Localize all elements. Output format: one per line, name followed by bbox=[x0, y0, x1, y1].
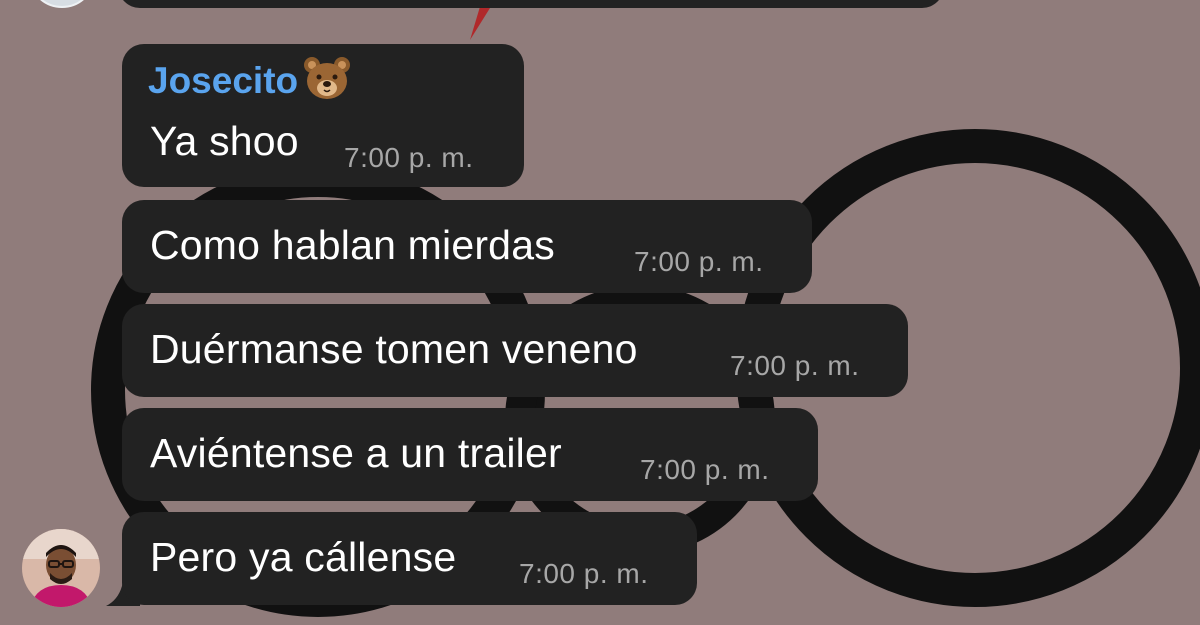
message-timestamp: 7:00 p. m. bbox=[344, 142, 474, 173]
sender-avatar[interactable] bbox=[22, 529, 100, 607]
message-bubble[interactable]: Duérmanse tomen veneno 7:00 p. m. bbox=[122, 304, 908, 397]
message-text: Duérmanse tomen veneno bbox=[150, 326, 638, 372]
message-timestamp: 7:00 p. m. bbox=[634, 246, 764, 277]
message-bubble[interactable]: Aviéntense a un trailer 7:00 p. m. bbox=[122, 408, 818, 501]
message-timestamp: 7:00 p. m. bbox=[640, 454, 770, 485]
bear-face-icon bbox=[304, 57, 350, 99]
message-text: Pero ya cállense bbox=[150, 534, 457, 580]
message-timestamp: 7:00 p. m. bbox=[730, 350, 860, 381]
previous-message-bubble[interactable] bbox=[118, 0, 944, 8]
message-timestamp: 7:00 p. m. bbox=[519, 558, 649, 589]
message-bubble[interactable]: Como hablan mierdas 7:00 p. m. bbox=[122, 200, 812, 293]
avatar-photo-icon bbox=[22, 529, 100, 607]
message-bubble[interactable]: Josecito Ya shoo 7:00 p. m. bbox=[122, 44, 524, 187]
sender-name[interactable]: Josecito bbox=[148, 60, 298, 102]
message-bubble[interactable]: Pero ya cállense 7:00 p. m. bbox=[122, 512, 697, 605]
message-text: Como hablan mierdas bbox=[150, 222, 555, 268]
message-text: Aviéntense a un trailer bbox=[150, 430, 562, 476]
message-text: Ya shoo bbox=[150, 118, 299, 164]
